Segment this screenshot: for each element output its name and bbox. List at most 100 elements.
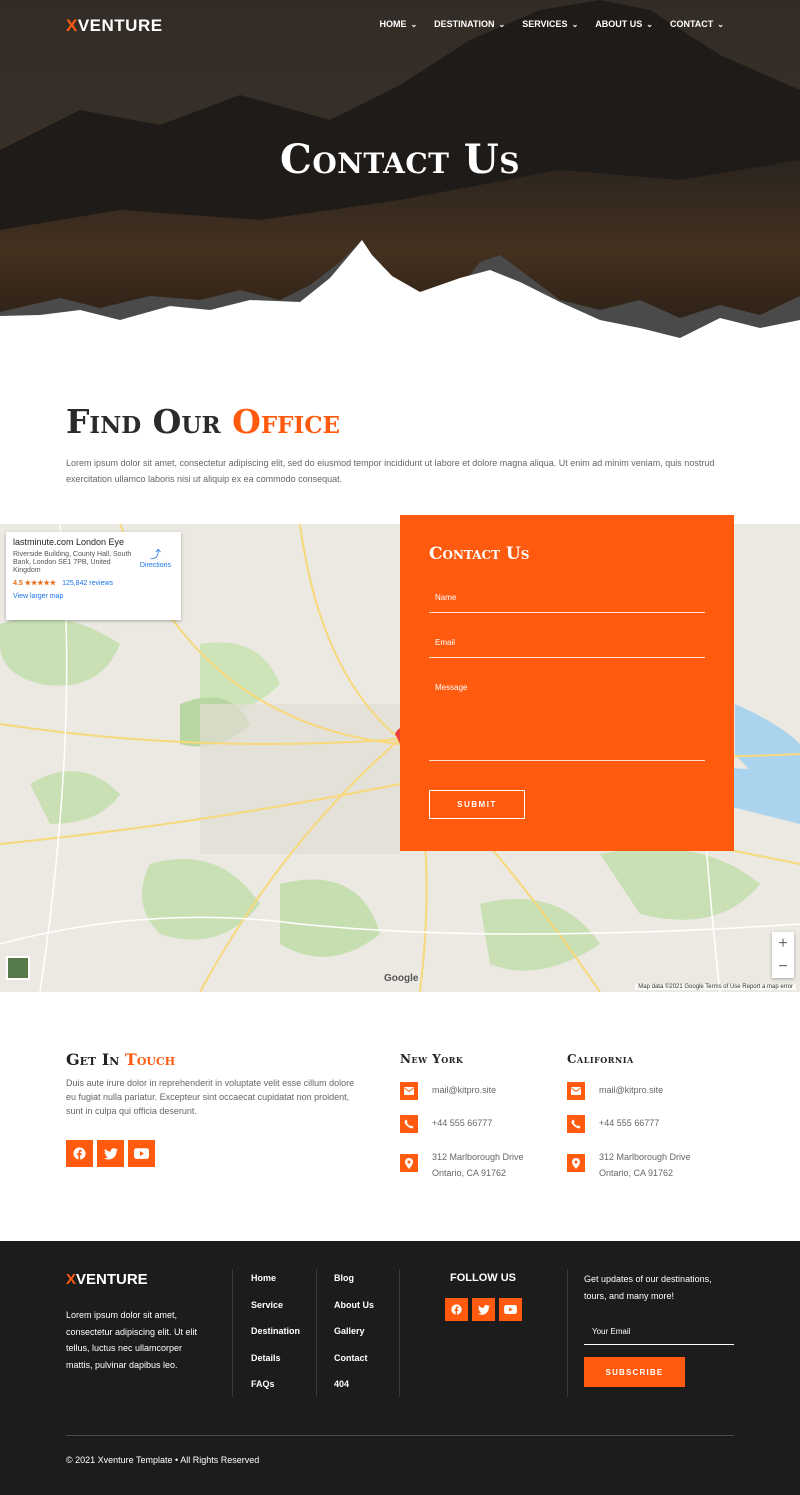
- form-title: Contact Us: [429, 544, 530, 564]
- chevron-down-icon: ⌄: [571, 19, 579, 29]
- twitter-icon: [103, 1147, 118, 1159]
- submit-button[interactable]: SUBMIT: [429, 790, 525, 819]
- envelope-icon: [400, 1082, 418, 1100]
- contact-social-links: [66, 1140, 155, 1167]
- satellite-toggle[interactable]: [6, 956, 30, 980]
- footer-link-contact[interactable]: Contact: [334, 1352, 374, 1364]
- email-text[interactable]: mail@kitpro.site: [432, 1082, 496, 1098]
- office-phone: +44 555 66777: [567, 1115, 659, 1133]
- email-placeholder: Email: [435, 638, 456, 647]
- footer-link-destination[interactable]: Destination: [251, 1325, 300, 1337]
- map-attribution[interactable]: Map data ©2021 Google Terms of Use Repor…: [635, 984, 796, 990]
- facebook-button[interactable]: [66, 1140, 93, 1167]
- map-pin-icon: [567, 1154, 585, 1172]
- logo-mark: X: [66, 1271, 77, 1288]
- nav-label: CONTACT: [669, 19, 714, 29]
- phone-text[interactable]: +44 555 66777: [599, 1115, 659, 1131]
- divider: [399, 1269, 400, 1397]
- youtube-icon: [134, 1148, 149, 1159]
- youtube-button[interactable]: [499, 1298, 522, 1321]
- follow-us-heading: FOLLOW US: [450, 1272, 516, 1284]
- site-footer: XVENTURE Lorem ipsum dolor sit amet, con…: [0, 1241, 800, 1495]
- twitter-button[interactable]: [97, 1140, 124, 1167]
- divider: [567, 1269, 568, 1397]
- footer-logo[interactable]: XVENTURE: [66, 1271, 148, 1288]
- facebook-button[interactable]: [445, 1298, 468, 1321]
- footer-divider: [66, 1435, 734, 1436]
- footer-link-home[interactable]: Home: [251, 1272, 300, 1284]
- find-office-heading: Find Our Office: [66, 402, 340, 441]
- message-field[interactable]: Message: [429, 675, 705, 761]
- footer-link-service[interactable]: Service: [251, 1299, 300, 1311]
- address-line: 312 Marlborough Drive: [432, 1152, 524, 1162]
- heading-part: Get In: [66, 1050, 120, 1069]
- envelope-icon: [567, 1082, 585, 1100]
- nav-item-home[interactable]: HOME ⌄: [379, 19, 417, 29]
- place-address: Riverside Building, County Hall, South B…: [13, 551, 132, 574]
- subscribe-button[interactable]: SUBSCRIBE: [584, 1357, 685, 1387]
- office-title-new-york: New York: [400, 1052, 464, 1066]
- logo-text: VENTURE: [77, 16, 163, 35]
- office-email: mail@kitpro.site: [400, 1082, 496, 1100]
- logo-text: VENTURE: [76, 1271, 148, 1288]
- footer-about-text: Lorem ipsum dolor sit amet, consectetur …: [66, 1310, 198, 1370]
- email-field[interactable]: Email: [429, 630, 705, 658]
- footer-links-col2: Blog About Us Gallery Contact 404: [334, 1272, 374, 1390]
- office-title-california: California: [567, 1052, 634, 1066]
- newsletter-email-input[interactable]: Your Email: [584, 1321, 734, 1345]
- map-pin-icon: [400, 1154, 418, 1172]
- zoom-out-icon[interactable]: −: [778, 958, 787, 976]
- get-in-touch-text: Duis aute irure dolor in reprehenderit i…: [66, 1078, 355, 1116]
- phone-icon: [567, 1115, 585, 1133]
- office-address: 312 Marlborough Drive Ontario, CA 91762: [400, 1149, 524, 1181]
- footer-link-faqs[interactable]: FAQs: [251, 1378, 300, 1390]
- nav-item-services[interactable]: SERVICES ⌄: [522, 19, 578, 29]
- get-in-touch-heading: Get In Touch: [66, 1050, 175, 1069]
- facebook-icon: [451, 1304, 462, 1315]
- address-line: 312 Marlborough Drive: [599, 1152, 691, 1162]
- nav-item-contact[interactable]: CONTACT ⌄: [670, 19, 724, 29]
- footer-link-gallery[interactable]: Gallery: [334, 1325, 374, 1337]
- page-title: Contact Us: [280, 136, 520, 183]
- find-office-text: Lorem ipsum dolor sit amet, consectetur …: [66, 458, 715, 484]
- copyright-text: © 2021 Xventure Template • All Rights Re…: [66, 1455, 260, 1465]
- twitter-button[interactable]: [472, 1298, 495, 1321]
- email-text[interactable]: mail@kitpro.site: [599, 1082, 663, 1098]
- map-place-card: lastminute.com London Eye Riverside Buil…: [6, 532, 181, 620]
- map-zoom-control: + −: [772, 932, 794, 978]
- phone-text[interactable]: +44 555 66777: [432, 1115, 492, 1131]
- newsletter-text: Get updates of our destinations, tours, …: [584, 1274, 712, 1301]
- facebook-icon: [73, 1147, 86, 1160]
- directions-icon: ⤴: [149, 549, 161, 561]
- footer-link-details[interactable]: Details: [251, 1352, 300, 1364]
- nav-label: HOME: [379, 19, 407, 29]
- divider: [232, 1269, 233, 1397]
- office-email: mail@kitpro.site: [567, 1082, 663, 1100]
- reviews-link[interactable]: 125,842 reviews: [62, 580, 113, 587]
- site-logo[interactable]: XVENTURE: [66, 16, 163, 36]
- directions-button[interactable]: ⤴ Directions: [140, 546, 171, 569]
- name-field[interactable]: Name: [429, 585, 705, 613]
- chevron-down-icon: ⌄: [498, 19, 506, 29]
- footer-social-links: [445, 1298, 522, 1321]
- main-nav: HOME ⌄ DESTINATION ⌄ SERVICES ⌄ ABOUT US ⌄ C…: [379, 19, 724, 29]
- address-line: Ontario, CA 91762: [599, 1168, 674, 1178]
- view-larger-map-link[interactable]: View larger map: [13, 593, 174, 600]
- youtube-button[interactable]: [128, 1140, 155, 1167]
- office-phone: +44 555 66777: [400, 1115, 492, 1133]
- nav-item-destination[interactable]: DESTINATION ⌄: [434, 19, 505, 29]
- youtube-icon: [504, 1305, 517, 1314]
- nav-label: SERVICES: [522, 19, 568, 29]
- footer-link-about-us[interactable]: About Us: [334, 1299, 374, 1311]
- directions-label: Directions: [139, 562, 171, 569]
- zoom-in-icon[interactable]: +: [778, 935, 787, 953]
- nav-item-about-us[interactable]: ABOUT US ⌄: [595, 19, 653, 29]
- message-placeholder: Message: [435, 683, 468, 692]
- footer-link-404[interactable]: 404: [334, 1378, 374, 1390]
- divider: [316, 1269, 317, 1397]
- footer-link-blog[interactable]: Blog: [334, 1272, 374, 1284]
- chevron-down-icon: ⌄: [646, 19, 653, 29]
- phone-icon: [400, 1115, 418, 1133]
- twitter-icon: [477, 1304, 490, 1315]
- office-address: 312 Marlborough Drive Ontario, CA 91762: [567, 1149, 691, 1181]
